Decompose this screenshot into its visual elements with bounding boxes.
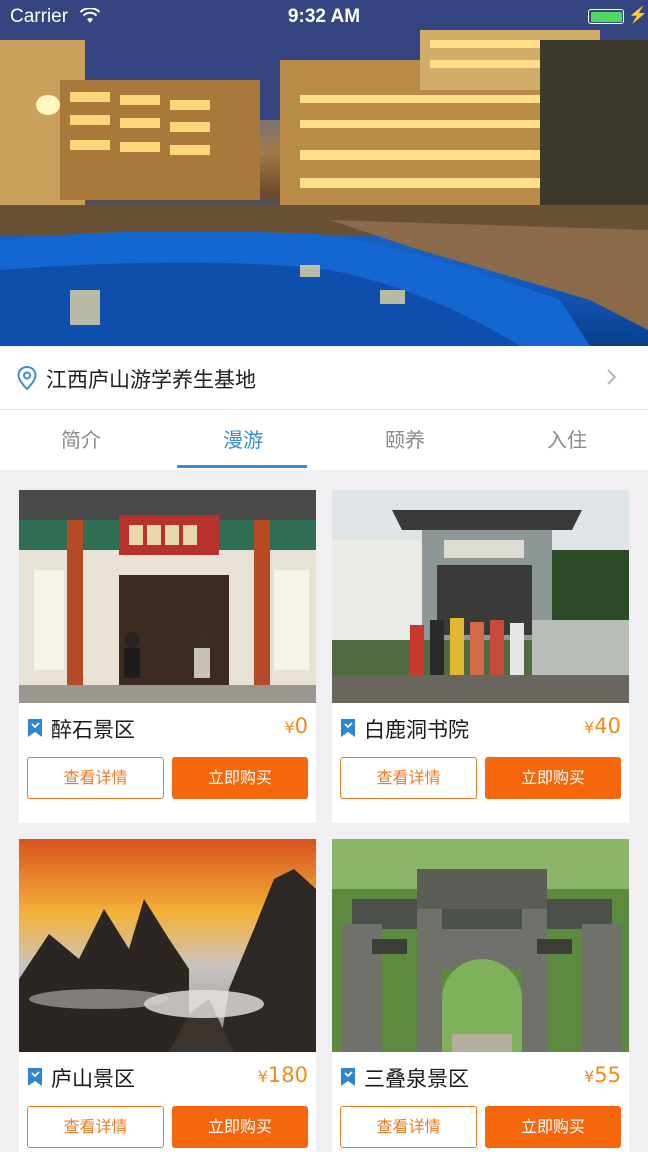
clock: 9:32 AM [287, 6, 361, 27]
tab-bar: 简介 漫游 颐养 入住 [0, 410, 648, 470]
spot-name: 三叠泉景区 [364, 1067, 469, 1091]
buy-now-button[interactable]: 立即购买 [172, 1106, 308, 1148]
location-bar[interactable]: 江西庐山游学养生基地 [0, 346, 648, 410]
view-details-button[interactable]: 查看详情 [27, 757, 164, 799]
spot-card[interactable]: 三叠泉景区 ¥55 查看详情 立即购买 [332, 839, 629, 1152]
tab-roam[interactable]: 漫游 [162, 410, 324, 470]
spot-photo [332, 839, 629, 1052]
tab-intro[interactable]: 简介 [0, 410, 162, 470]
spot-photo [19, 490, 316, 703]
bookmark-icon [27, 1067, 43, 1091]
battery-icon [588, 9, 624, 24]
spot-price: ¥55 [584, 1063, 621, 1087]
spot-card[interactable]: 白鹿洞书院 ¥40 查看详情 立即购买 [332, 490, 629, 823]
bookmark-icon [340, 1067, 356, 1091]
spot-price: ¥0 [284, 714, 308, 738]
spot-photo [19, 839, 316, 1052]
location-pin-icon [17, 365, 37, 394]
spot-price: ¥40 [584, 714, 621, 738]
spot-card[interactable]: 醉石景区 ¥0 查看详情 立即购买 [19, 490, 316, 823]
spot-name: 醉石景区 [51, 718, 135, 742]
buy-now-button[interactable]: 立即购买 [172, 757, 308, 799]
hero-image: Carrier 9:32 AM ⚡ [0, 0, 648, 346]
spot-photo [332, 490, 629, 703]
chevron-right-icon [606, 368, 618, 390]
bookmark-icon [27, 718, 43, 742]
spot-price: ¥180 [257, 1063, 308, 1087]
view-details-button[interactable]: 查看详情 [27, 1106, 164, 1148]
charging-icon: ⚡ [628, 7, 648, 24]
location-name: 江西庐山游学养生基地 [46, 368, 256, 392]
active-tab-indicator [177, 465, 307, 468]
buy-now-button[interactable]: 立即购买 [485, 757, 621, 799]
buy-now-button[interactable]: 立即购买 [485, 1106, 621, 1148]
view-details-button[interactable]: 查看详情 [340, 757, 477, 799]
spot-name: 白鹿洞书院 [364, 718, 469, 742]
spot-name: 庐山景区 [51, 1067, 135, 1091]
tab-wellness[interactable]: 颐养 [324, 410, 486, 470]
view-details-button[interactable]: 查看详情 [340, 1106, 477, 1148]
tab-stay[interactable]: 入住 [486, 410, 648, 470]
bookmark-icon [340, 718, 356, 742]
spot-card[interactable]: 庐山景区 ¥180 查看详情 立即购买 [19, 839, 316, 1152]
status-bar: Carrier 9:32 AM ⚡ [0, 0, 648, 34]
